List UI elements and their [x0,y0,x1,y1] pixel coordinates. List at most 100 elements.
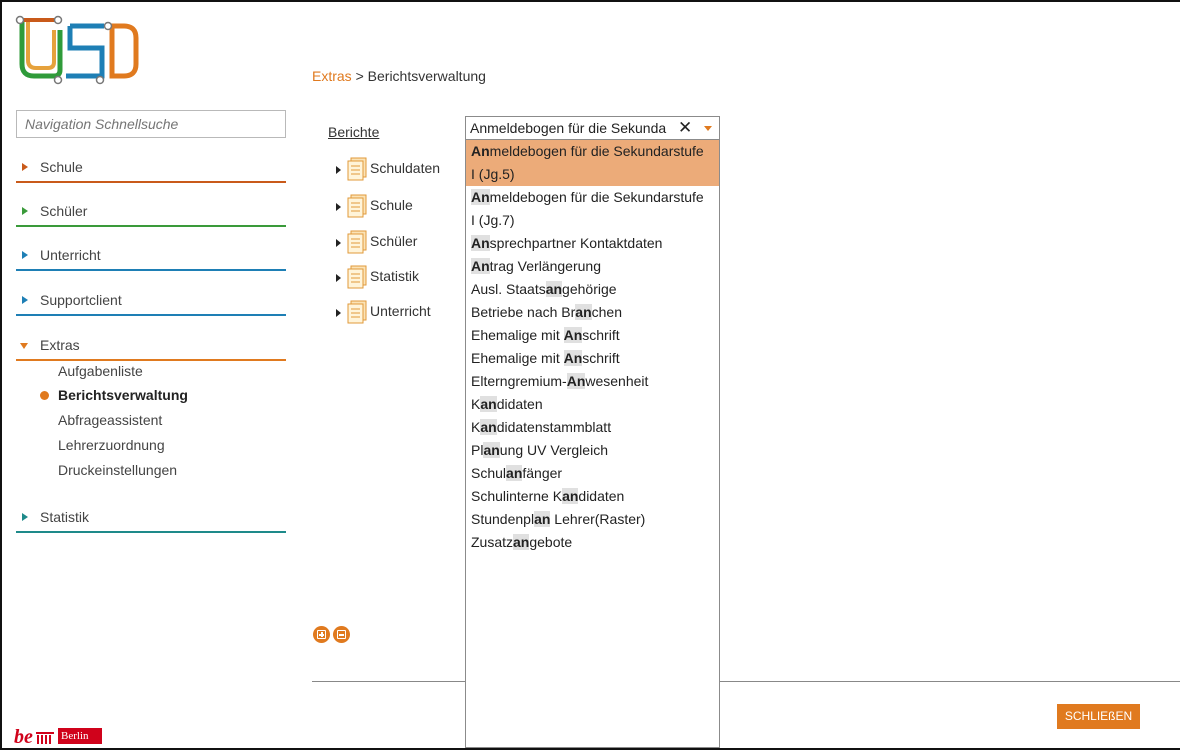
option-text: didaten [496,396,543,412]
dropdown-option[interactable]: Schulanfänger [466,462,719,485]
tree-item-label: Schuldaten [370,160,441,176]
option-text: K [471,396,481,412]
dropdown-option[interactable]: Stundenplan Lehrer(Raster) [466,508,719,531]
breadcrumb-link-extras[interactable]: Extras [312,68,352,84]
expand-arrow-icon[interactable] [336,203,341,211]
collapse-all-icon[interactable] [333,626,350,643]
option-line: Stundenplan Lehrer(Raster) [471,508,719,531]
sidebar-item-statistik[interactable]: Statistik [16,507,286,533]
option-text: didaten [578,488,625,504]
expand-arrow-icon[interactable] [336,309,341,317]
dropdown-option[interactable]: Kandidatenstammblatt [466,416,719,439]
sidebar-item-schule[interactable]: Schule [16,157,286,183]
breadcrumb-separator: > [351,68,368,84]
option-line: Ehemalige mit Anschrift [471,324,719,347]
divider [16,181,286,183]
option-text: meldebogen für die Sekundarstufe [489,143,704,159]
active-bullet-icon [40,391,49,400]
option-match-highlight: An [471,189,490,205]
option-text: didatenstammblatt [496,419,612,435]
sidebar-subitem-berichtsverwaltung[interactable]: Berichtsverwaltung [58,387,188,403]
option-match-highlight: an [483,442,500,458]
option-text: Stundenpl [471,511,535,527]
option-text: gebote [529,534,573,550]
option-line: Kandidatenstammblatt [471,416,719,439]
clear-icon[interactable]: ✕ [678,118,692,138]
option-match-highlight: An [563,350,583,366]
dropdown-option[interactable]: Betriebe nach Branchen [466,301,719,324]
expand-all-icon[interactable] [313,626,330,643]
sidebar-item-unterricht[interactable]: Unterricht [16,245,286,271]
sidebar-item-extras[interactable]: Extras [16,335,286,361]
svg-text:be: be [14,726,33,746]
reports-label: Berichte [328,124,380,140]
option-text: gehörige [562,281,617,297]
dropdown-option[interactable]: Planung UV Vergleich [466,439,719,462]
option-match-highlight: an [545,281,563,297]
option-text: Schul [471,465,507,481]
sidebar-item-label: Unterricht [40,247,101,263]
sidebar-subitem-abfrageassistent[interactable]: Abfrageassistent [58,412,162,428]
option-line: Anmeldebogen für die Sekundarstufe [471,140,719,163]
dropdown-option[interactable]: Ehemalige mit Anschrift [466,347,719,370]
option-match-highlight: An [563,327,583,343]
option-text: K [471,419,481,435]
dropdown-option[interactable]: Antrag Verlängerung [466,255,719,278]
option-text: Zusatz [471,534,514,550]
expand-arrow-icon[interactable] [336,274,341,282]
tree-item-label: Schule [370,197,413,213]
option-line: Planung UV Vergleich [471,439,719,462]
dropdown-option[interactable]: Anmeldebogen für die Sekundarstufe I (Jg.… [466,140,719,186]
option-match-highlight: an [534,511,551,527]
divider [16,225,286,227]
option-text: Ehemalige mit [471,350,564,366]
sidebar-item-label: Schüler [40,203,88,219]
option-line: Anmeldebogen für die Sekundarstufe [471,186,719,209]
dropdown-option[interactable]: Schulinterne Kandidaten [466,485,719,508]
document-folder-icon [347,157,367,181]
report-dropdown-list: Anmeldebogen für die Sekundarstufe I (Jg.… [465,140,720,748]
minus-horizontal [339,634,344,636]
option-text: schrift [582,350,620,366]
navigation-search-input[interactable] [16,110,286,138]
sidebar-subitem-lehrerzuordnung[interactable]: Lehrerzuordnung [58,437,165,453]
expand-arrow-icon[interactable] [336,239,341,247]
dropdown-option[interactable]: Anmeldebogen für die Sekundarstufe I (Jg.… [466,186,719,232]
dropdown-option[interactable]: Ehemalige mit Anschrift [466,324,719,347]
option-text: schrift [582,327,620,343]
expand-arrow-icon[interactable] [336,166,341,174]
option-text: meldebogen für die Sekundarstufe [489,189,704,205]
option-text: sprechpartner Kontaktdaten [489,235,663,251]
usd-logo [15,15,139,85]
option-match-highlight: an [562,488,579,504]
close-button[interactable]: SCHLIEßEN [1057,704,1140,729]
dropdown-option[interactable]: Kandidaten [466,393,719,416]
option-line: Kandidaten [471,393,719,416]
dropdown-option[interactable]: Ansprechpartner Kontaktdaten [466,232,719,255]
sidebar-item-label: Extras [40,337,80,353]
report-select[interactable]: Anmeldebogen für die Sekunda ✕ [465,116,720,140]
document-folder-icon [347,265,367,289]
dropdown-option[interactable]: Elterngremium-Anwesenheit [466,370,719,393]
option-text: Ausl. Staats [471,281,546,297]
option-match-highlight: An [566,373,586,389]
report-select-value: Anmeldebogen für die Sekunda [470,120,667,136]
triangle-down-icon [20,343,28,349]
option-text: fänger [522,465,563,481]
chevron-down-icon[interactable] [704,126,712,131]
dropdown-option[interactable]: Zusatzangebote [466,531,719,554]
berlin-label: Berlin [61,730,89,742]
sidebar-item-label: Statistik [40,509,90,525]
sidebar-subitem-aufgabenliste[interactable]: Aufgabenliste [58,363,143,379]
sidebar-item-supportclient[interactable]: Supportclient [16,290,286,316]
sidebar-item-schueler[interactable]: Schüler [16,201,286,227]
dropdown-option[interactable]: Ausl. Staatsangehörige [466,278,719,301]
option-line: Betriebe nach Branchen [471,301,719,324]
sidebar-subitem-druckeinstellungen[interactable]: Druckeinstellungen [58,462,177,478]
sidebar-item-label: Schule [40,159,83,175]
option-text: ung UV Vergleich [499,442,608,458]
option-match-highlight: an [575,304,592,320]
divider [16,359,286,361]
option-text: Schulinterne K [471,488,563,504]
divider [16,531,286,533]
